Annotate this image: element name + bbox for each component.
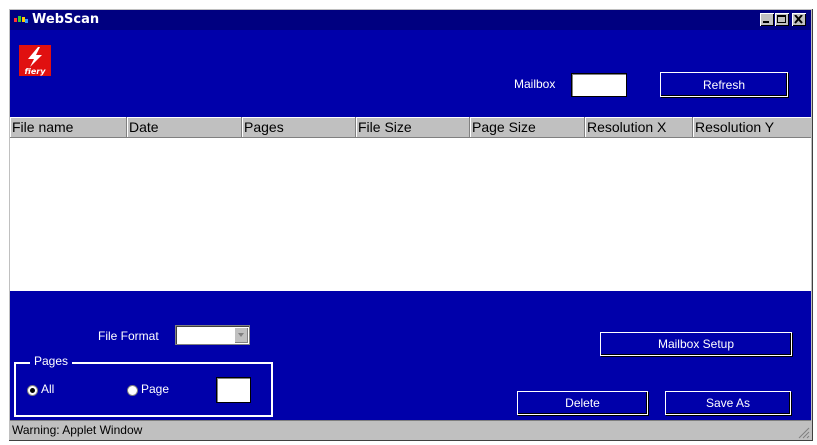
close-icon: [794, 15, 803, 24]
page-number-input[interactable]: [216, 377, 251, 403]
webscan-app-icon: [14, 16, 28, 23]
refresh-button[interactable]: Refresh: [660, 72, 788, 97]
dropdown-button[interactable]: [234, 327, 248, 343]
status-text: Warning: Applet Window: [12, 423, 143, 437]
applet-window: WebScan fiery Mailbox Refresh File name …: [8, 8, 813, 441]
save-as-button[interactable]: Save As: [665, 391, 791, 415]
maximize-button[interactable]: [775, 13, 789, 26]
minimize-button[interactable]: [760, 13, 774, 26]
pages-group: Pages All Page: [14, 354, 273, 417]
column-header-resolution-x[interactable]: Resolution X: [585, 117, 693, 137]
column-header-pages[interactable]: Pages: [242, 117, 356, 137]
mailbox-label: Mailbox: [514, 77, 556, 91]
footer-panel: File Format Mailbox Setup Pages All Page…: [10, 291, 811, 420]
mailbox-input[interactable]: [571, 73, 627, 97]
chevron-down-icon: [238, 333, 244, 337]
mailbox-setup-button[interactable]: Mailbox Setup: [600, 332, 792, 356]
radio-page-label[interactable]: Page: [141, 382, 169, 396]
title-bar[interactable]: WebScan: [10, 10, 811, 30]
radio-page[interactable]: [127, 385, 138, 396]
radio-all-label[interactable]: All: [41, 382, 54, 396]
maximize-icon: [777, 15, 786, 23]
column-header-page-size[interactable]: Page Size: [470, 117, 585, 137]
radio-all[interactable]: [27, 385, 38, 396]
table-header: File name Date Pages File Size Page Size…: [10, 117, 811, 138]
pages-group-label: Pages: [30, 354, 73, 368]
fiery-logo: fiery: [19, 45, 51, 76]
delete-button[interactable]: Delete: [517, 391, 648, 415]
file-format-select[interactable]: [175, 325, 250, 345]
fiery-logo-icon: fiery: [19, 45, 51, 76]
status-bar: Warning: Applet Window: [10, 420, 811, 440]
logo-text: fiery: [25, 67, 47, 76]
column-header-file-name[interactable]: File name: [10, 117, 127, 137]
close-button[interactable]: [792, 13, 806, 26]
resize-grip-icon[interactable]: [798, 427, 810, 439]
file-table: File name Date Pages File Size Page Size…: [10, 117, 811, 291]
column-header-resolution-y[interactable]: Resolution Y: [693, 117, 811, 137]
table-body[interactable]: [10, 138, 811, 291]
column-header-file-size[interactable]: File Size: [356, 117, 470, 137]
window-title: WebScan: [32, 12, 100, 27]
header-panel: fiery Mailbox Refresh: [10, 30, 811, 117]
file-format-label: File Format: [98, 329, 159, 343]
minimize-icon: [763, 21, 769, 23]
column-header-date[interactable]: Date: [127, 117, 242, 137]
